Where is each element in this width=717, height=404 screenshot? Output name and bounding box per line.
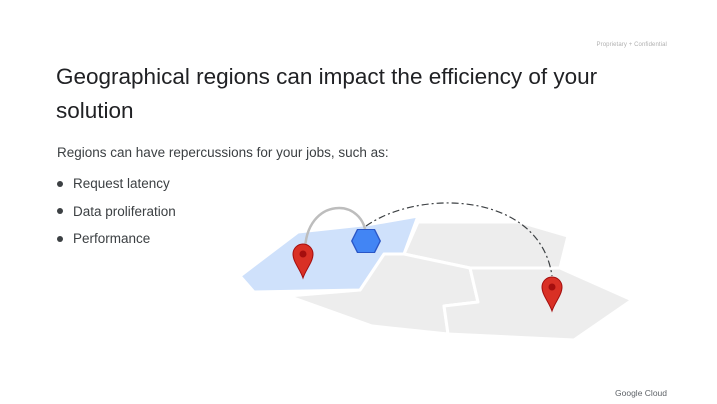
land-region-east (442, 266, 634, 342)
land-regions (238, 214, 634, 342)
regions-map (238, 202, 634, 342)
google-cloud-logo: Google Cloud (615, 388, 667, 398)
hexagon-node-icon (351, 229, 381, 253)
slide: Proprietary + Confidential Geographical … (0, 0, 717, 404)
